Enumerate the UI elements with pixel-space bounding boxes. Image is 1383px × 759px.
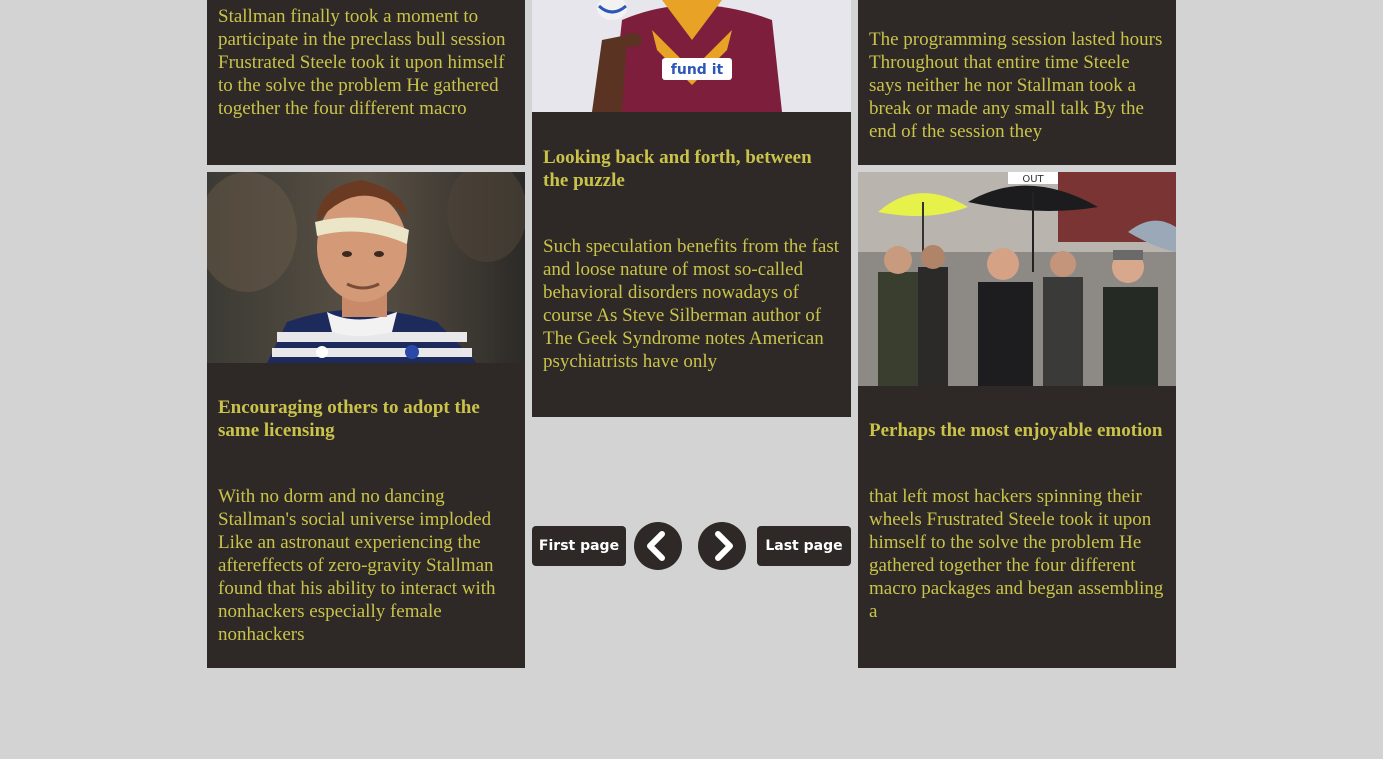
previous-page-button[interactable] [634, 522, 682, 570]
rugby-league-player-photo[interactable]: fund it [532, 0, 851, 112]
article-excerpt: that left most hackers spinning their wh… [869, 486, 1164, 622]
article-excerpt: With no dorm and no dancing Stallman's s… [218, 486, 496, 645]
article-excerpt: Stallman finally took a moment to partic… [218, 6, 506, 119]
first-page-button[interactable]: First page [532, 526, 626, 566]
jersey-sponsor-text: fund it [671, 62, 724, 78]
article-excerpt: Such speculation benefits from the fast … [543, 236, 840, 372]
page: Stallman finally took a moment to partic… [0, 0, 1383, 759]
article-card[interactable]: Encouraging others to adopt the same lic… [207, 172, 525, 668]
rugby-player-photo[interactable] [207, 172, 525, 363]
article-title[interactable]: Encouraging others to adopt the same lic… [207, 363, 525, 442]
building-sign-text: OUT [1022, 174, 1044, 185]
article-card[interactable]: The programming session lasted hours Thr… [858, 0, 1176, 165]
article-card[interactable]: Stallman finally took a moment to partic… [207, 0, 525, 165]
pagination: First page Last page [532, 522, 851, 570]
chevron-left-icon [647, 531, 665, 561]
next-page-button[interactable] [698, 522, 746, 570]
article-excerpt: The programming session lasted hours Thr… [869, 29, 1163, 142]
crowd-umbrellas-photo[interactable]: OUT [858, 172, 1176, 386]
article-card[interactable]: fund it Looking back and forth, between … [532, 0, 851, 417]
last-page-button[interactable]: Last page [757, 526, 851, 566]
article-card[interactable]: OUT Perhaps the most enjoyable emotion t… [858, 172, 1176, 668]
chevron-right-icon [715, 531, 733, 561]
article-title[interactable]: Looking back and forth, between the puzz… [532, 112, 851, 192]
article-title[interactable]: Perhaps the most enjoyable emotion [858, 386, 1176, 442]
